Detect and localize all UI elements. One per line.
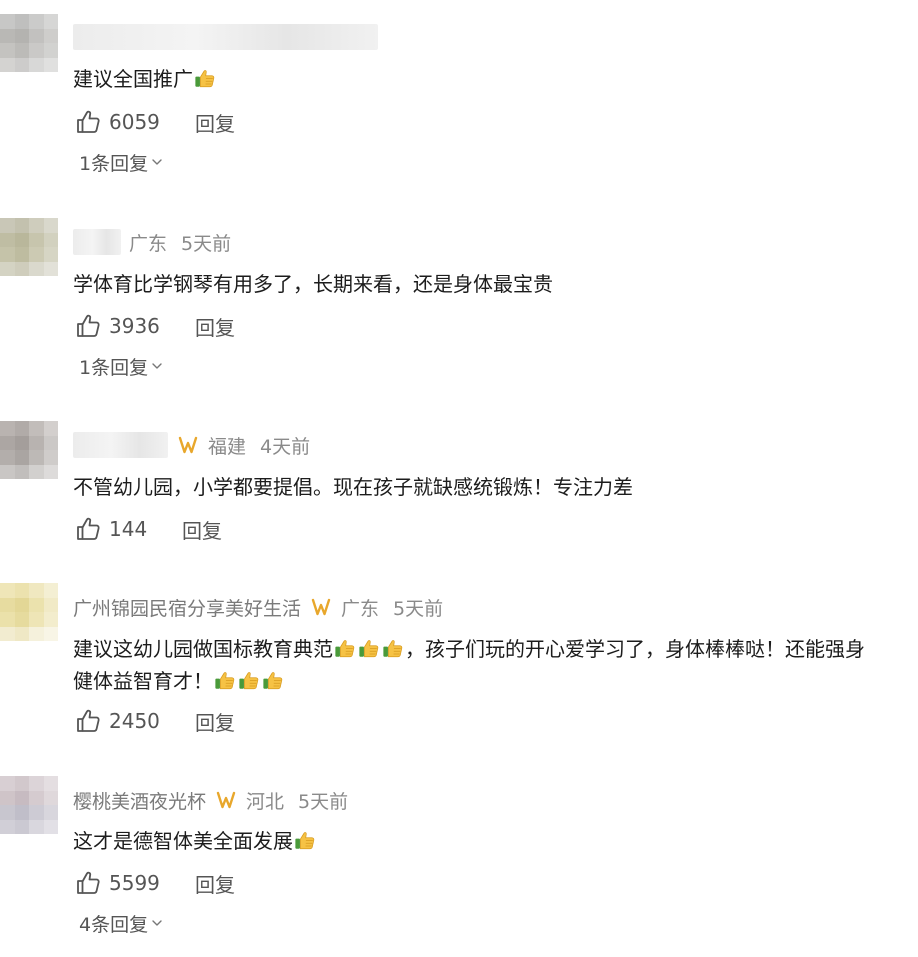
comment-username[interactable]: 广州锦园民宿分享美好生活 xyxy=(73,594,301,621)
thumb-up-outline-icon xyxy=(75,870,101,896)
thumbs-up-emoji xyxy=(358,637,380,659)
thumbs-up-emoji xyxy=(238,669,260,691)
like-count: 6059 xyxy=(109,110,160,134)
thumbs-up-emoji xyxy=(262,669,284,691)
comment-meta: 樱桃美酒夜光杯 河北 5天前 xyxy=(73,785,348,815)
comment-text: 学体育比学钢琴有用多了，长期来看，还是身体最宝贵 xyxy=(73,272,553,296)
comment-text: 建议全国推广 xyxy=(73,63,908,95)
reply-button[interactable]: 回复 xyxy=(182,515,222,544)
comment-time: 5天前 xyxy=(393,597,444,620)
comment-text: 建议这幼儿园做国标教育典范 ，孩子们玩的开心爱学习了，身体棒棒哒！还能强身 健体益智… xyxy=(73,637,865,693)
comment-time: 5天前 xyxy=(181,232,232,255)
thumbs-up-emoji xyxy=(214,669,236,691)
comment-location: 广东 xyxy=(341,597,380,620)
comment-meta: 广州锦园民宿分享美好生活 广东 5天前 xyxy=(73,592,443,622)
username-blurred[interactable] xyxy=(73,24,378,50)
comment-meta: 广东 5天前 xyxy=(73,227,231,257)
thumb-up-outline-icon xyxy=(75,516,101,542)
avatar[interactable] xyxy=(0,218,58,276)
comment-text: 这才是德智体美全面发展 xyxy=(73,825,908,857)
comment-time: 5天前 xyxy=(298,790,349,813)
thumb-up-outline-icon xyxy=(75,708,101,734)
comment-text: 不管幼儿园，小学都要提倡。现在孩子就缺感统锻炼！专注力差 xyxy=(73,475,633,499)
like-count: 144 xyxy=(109,517,148,541)
thumbs-up-emoji xyxy=(194,67,216,89)
like-count: 5599 xyxy=(109,871,160,895)
avatar[interactable] xyxy=(0,776,58,834)
reply-button[interactable]: 回复 xyxy=(195,707,235,736)
chevron-down-icon xyxy=(151,156,163,168)
expand-replies-button[interactable]: 1条回复 xyxy=(79,351,163,381)
reply-button[interactable]: 回复 xyxy=(195,312,235,341)
like-count: 2450 xyxy=(109,709,160,733)
thumbs-up-emoji xyxy=(382,637,404,659)
username-blurred[interactable] xyxy=(73,432,168,458)
vip-badge-icon xyxy=(216,790,236,810)
vip-badge-icon xyxy=(311,597,331,617)
expand-replies-label: 4条回复 xyxy=(79,913,149,936)
thumbs-up-emoji xyxy=(294,829,316,851)
avatar[interactable] xyxy=(0,14,58,72)
like-button[interactable]: 3936 xyxy=(75,313,195,339)
like-count: 3936 xyxy=(109,314,160,338)
like-button[interactable]: 6059 xyxy=(75,109,195,135)
avatar[interactable] xyxy=(0,421,58,479)
expand-replies-label: 1条回复 xyxy=(79,356,149,379)
comment-location: 福建 xyxy=(208,435,247,458)
like-button[interactable]: 144 xyxy=(75,516,182,542)
comment-username[interactable]: 樱桃美酒夜光杯 xyxy=(73,787,206,814)
expand-replies-label: 1条回复 xyxy=(79,152,149,175)
thumbs-up-emoji xyxy=(334,637,356,659)
reply-button[interactable]: 回复 xyxy=(195,108,235,137)
comment-time: 4天前 xyxy=(260,435,311,458)
chevron-down-icon xyxy=(151,917,163,929)
vip-badge-icon xyxy=(178,435,198,455)
thumb-up-outline-icon xyxy=(75,313,101,339)
username-blurred[interactable] xyxy=(73,229,121,255)
like-button[interactable]: 2450 xyxy=(75,708,195,734)
expand-replies-button[interactable]: 4条回复 xyxy=(79,908,163,938)
comment-meta: 福建 4天前 xyxy=(73,430,310,460)
chevron-down-icon xyxy=(151,360,163,372)
thumb-up-outline-icon xyxy=(75,109,101,135)
expand-replies-button[interactable]: 1条回复 xyxy=(79,147,163,177)
comment-meta xyxy=(73,22,378,52)
comment-location: 河北 xyxy=(246,790,285,813)
like-button[interactable]: 5599 xyxy=(75,870,195,896)
avatar[interactable] xyxy=(0,583,58,641)
comment-location: 广东 xyxy=(129,232,168,255)
reply-button[interactable]: 回复 xyxy=(195,869,235,898)
